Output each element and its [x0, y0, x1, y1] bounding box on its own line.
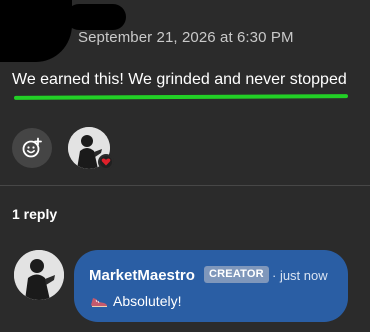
reply-author-avatar[interactable] — [14, 250, 64, 300]
redacted-author-name — [66, 4, 126, 30]
reply-author-name[interactable]: MarketMaestro — [89, 267, 195, 284]
reply-count[interactable]: 1 reply — [12, 206, 57, 222]
creator-like-badge — [98, 154, 114, 170]
creator-badge: CREATOR — [204, 266, 269, 283]
heart-logo-icon — [101, 158, 111, 166]
shoe-icon — [91, 298, 107, 307]
comment-timestamp: September 21, 2026 at 6:30 PM — [78, 29, 294, 46]
highlight-underline — [13, 94, 349, 100]
add-reaction-button[interactable] — [12, 128, 52, 168]
comment-text: We earned this! We grinded and never sto… — [12, 71, 347, 88]
add-reaction-icon — [22, 137, 42, 158]
reply-time: · just now — [272, 268, 328, 283]
reply-bubble: MarketMaestro CREATOR · just now Absolut… — [74, 250, 348, 322]
person-photo-icon — [14, 250, 64, 300]
reply-text: Absolutely! — [113, 293, 182, 309]
section-divider — [0, 185, 370, 186]
redacted-author-avatar — [0, 0, 72, 62]
